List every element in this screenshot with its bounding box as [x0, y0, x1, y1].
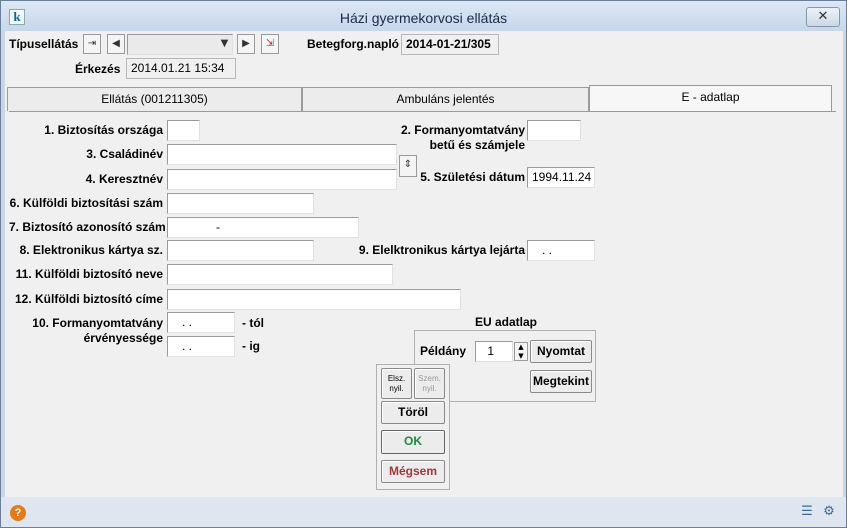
close-button[interactable]: ✕	[806, 7, 840, 27]
elsz-nyil-button[interactable]: Elsz. nyil.	[381, 368, 412, 399]
f2-label-line2: betű és számjele	[429, 138, 525, 152]
f9-label: 9. Elelktronikus kártya lejárta	[358, 243, 525, 257]
title-bar: k Házi gyermekorvosi ellátás ✕	[1, 1, 846, 31]
biztositas-orszaga-input[interactable]	[167, 120, 200, 141]
f8-label: 8. Elektronikus kártya sz.	[19, 243, 163, 257]
gear-icon[interactable]: ⚙	[821, 504, 837, 520]
szuletesi-datum-input[interactable]: 1994.11.24	[527, 167, 595, 188]
megtekint-button[interactable]: Megtekint	[530, 370, 592, 393]
peldany-spinner[interactable]: ▲ ▼	[514, 342, 528, 361]
tab-e-adatlap[interactable]: E - adatlap	[589, 85, 832, 111]
szem-line1: Szem.	[418, 374, 441, 383]
erkezes-label: Érkezés	[75, 62, 121, 76]
elsz-line1: Elsz.	[387, 374, 406, 383]
peldany-input[interactable]: 1	[475, 341, 513, 362]
f12-label: 12. Külföldi biztosító címe	[14, 292, 163, 306]
tab-ambulans-jelentes[interactable]: Ambuláns jelentés	[302, 87, 589, 111]
list-icon[interactable]: ☰	[799, 504, 815, 520]
szem-nyil-button[interactable]: Szem. nyil.	[414, 368, 445, 399]
csaladinev-input[interactable]	[167, 144, 397, 165]
kartya-lejarta-input[interactable]: . .	[527, 240, 595, 261]
f1-label: 1. Biztosítás országa	[44, 123, 163, 137]
action-group: Elsz. nyil. Szem. nyil. Töröl OK Mégsem	[376, 364, 450, 490]
f3-label: 3. Családinév	[86, 147, 163, 161]
f7-label: 7. Biztosító azonosító szám	[9, 220, 166, 234]
f6-label: 6. Külföldi biztosítási szám	[9, 196, 163, 210]
kulfoldi-biztosito-neve-input[interactable]	[167, 264, 393, 285]
tab-ellatas[interactable]: Ellátás (001211305)	[7, 87, 302, 111]
tipusellatas-label: Típusellátás	[9, 37, 79, 51]
megsem-button[interactable]: Mégsem	[381, 460, 445, 483]
import-icon[interactable]: ⇥	[83, 34, 101, 54]
betegforg-label: Betegforg.napló	[307, 37, 399, 51]
next-icon[interactable]: ▶	[237, 34, 255, 54]
f10-label-line1: 10. Formanyomtatvány	[32, 316, 163, 330]
export-icon[interactable]: ⇲	[261, 34, 279, 54]
help-icon[interactable]: ?	[10, 505, 26, 521]
nyomtat-button[interactable]: Nyomtat	[530, 340, 592, 363]
erkezes-field: 2014.01.21 15:34	[126, 58, 236, 79]
keresztnev-input[interactable]	[167, 169, 397, 190]
client-area: Típusellátás ⇥ ◀ ▼ ▶ ⇲ Betegforg.napló 2…	[5, 31, 843, 497]
tol-suffix: - tól	[242, 316, 264, 330]
f4-label: 4. Keresztnév	[85, 172, 163, 186]
kulfoldi-biztositasi-szam-input[interactable]	[167, 193, 314, 214]
window-title: Házi gyermekorvosi ellátás	[339, 10, 508, 26]
status-bar: ? ☰ ⚙	[1, 497, 846, 527]
betegforg-field: 2014-01-21/305	[401, 34, 499, 55]
ok-button[interactable]: OK	[381, 430, 445, 454]
ervenyesseg-ig-input[interactable]: . .	[167, 336, 235, 357]
f10-label-line2: érvényessége	[83, 331, 163, 345]
application-window: k Házi gyermekorvosi ellátás ✕ Típusellá…	[0, 0, 847, 528]
f2-label-line1: 2. Formanyomtatvány	[400, 123, 525, 137]
szem-line2: nyil.	[422, 384, 437, 393]
ervenyesseg-tol-input[interactable]: . .	[167, 312, 235, 333]
elektronikus-kartya-input[interactable]	[167, 240, 314, 261]
prev-icon[interactable]: ◀	[107, 34, 125, 54]
f11-label: 11. Külföldi biztosító neve	[15, 267, 163, 281]
spin-up-icon[interactable]: ▲	[518, 343, 523, 351]
chevron-down-icon[interactable]: ▼	[217, 35, 232, 53]
torol-button[interactable]: Töröl	[381, 401, 445, 424]
eu-adatlap-title: EU adatlap	[475, 315, 538, 329]
e-adatlap-panel: 1. Biztosítás országa 2. Formanyomtatván…	[9, 111, 836, 497]
kulfoldi-biztosito-cime-input[interactable]	[167, 289, 461, 310]
peldany-label: Példány	[420, 344, 467, 358]
formanyomtatvany-input[interactable]	[527, 120, 581, 141]
spin-down-icon[interactable]: ▼	[518, 352, 523, 360]
biztosito-azonosito-input[interactable]: -	[167, 217, 359, 238]
f5-label: 5. Születési dátum	[420, 170, 525, 184]
elsz-line2: nyil.	[389, 384, 404, 393]
ig-suffix: - ig	[242, 339, 260, 353]
